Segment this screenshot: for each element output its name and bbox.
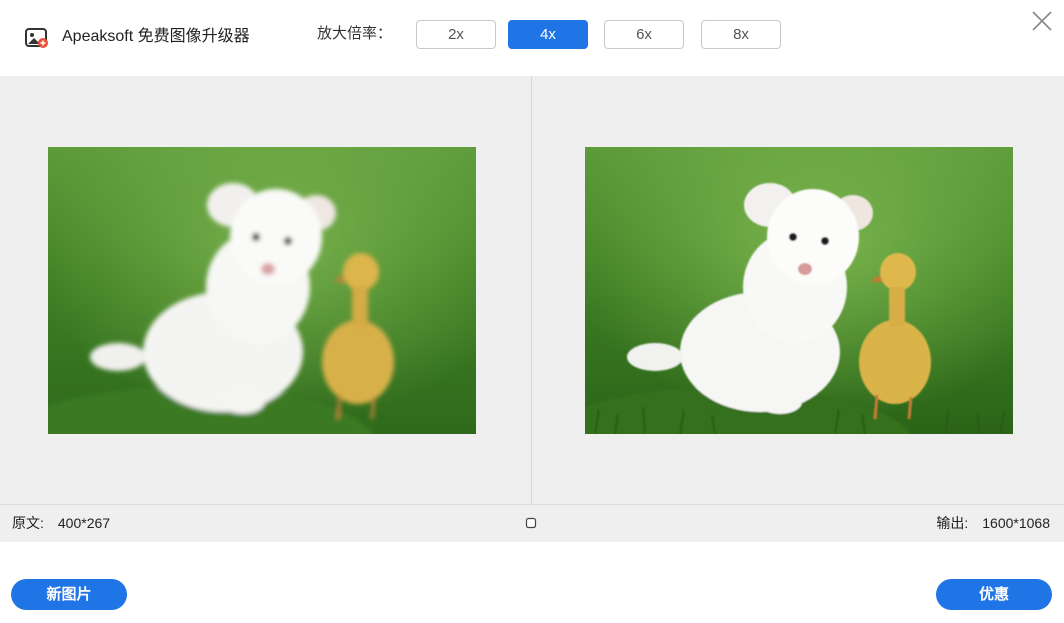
app-title: Apeaksoft 免费图像升级器 bbox=[62, 28, 250, 45]
save-button[interactable]: 优惠 bbox=[936, 579, 1052, 610]
output-size-info: 输出: 1600*1068 bbox=[936, 514, 1050, 532]
puppy-and-duckling-photo-upscaled bbox=[585, 147, 1013, 434]
zoom-2x-button[interactable]: 2x bbox=[416, 20, 496, 49]
zoom-4x-button[interactable]: 4x bbox=[508, 20, 588, 49]
preview-divider bbox=[531, 76, 532, 504]
zoom-6x-button[interactable]: 6x bbox=[604, 20, 684, 49]
compare-square-icon[interactable] bbox=[525, 517, 537, 529]
app-window: Apeaksoft 免费图像升级器 放大倍率： 2x 4x 6x 8x 原文: … bbox=[0, 0, 1064, 623]
close-icon[interactable] bbox=[1030, 9, 1054, 33]
output-size-value: 1600*1068 bbox=[982, 515, 1050, 531]
header-bar: Apeaksoft 免费图像升级器 放大倍率： 2x 4x 6x 8x bbox=[0, 0, 1064, 76]
image-upscaler-logo-icon bbox=[25, 28, 48, 48]
original-size-info: 原文: 400*267 bbox=[12, 514, 110, 532]
new-image-button[interactable]: 新图片 bbox=[11, 579, 127, 610]
size-info-bar: 原文: 400*267 输出: 1600*1068 bbox=[0, 504, 1064, 542]
zoom-label: 放大倍率： bbox=[317, 25, 393, 42]
original-image-panel bbox=[48, 147, 476, 434]
zoom-8x-button[interactable]: 8x bbox=[701, 20, 781, 49]
output-image-panel bbox=[585, 147, 1013, 434]
preview-area bbox=[0, 76, 1064, 504]
original-size-label: 原文: bbox=[12, 515, 44, 531]
output-size-label: 输出: bbox=[936, 515, 969, 531]
puppy-and-duckling-photo bbox=[48, 147, 476, 434]
original-size-value: 400*267 bbox=[57, 515, 111, 531]
